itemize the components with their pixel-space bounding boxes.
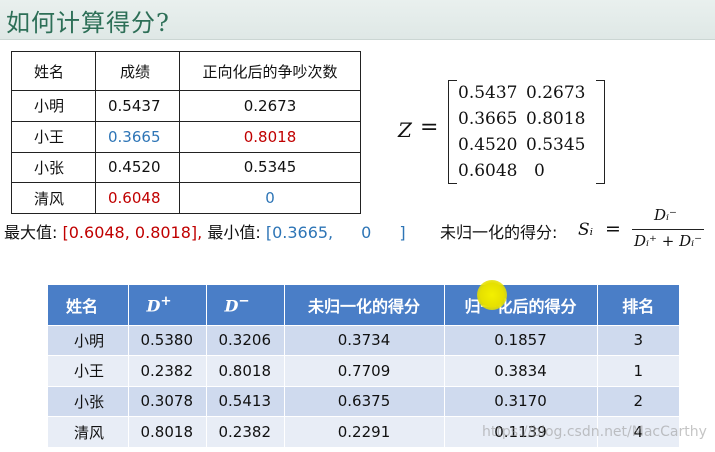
header-fights: 正向化后的争吵次数: [179, 51, 361, 91]
header-dminus-sup: −: [238, 294, 250, 310]
cell-norm: 0.3170: [444, 385, 598, 417]
score-formula: Sᵢ = Dᵢ⁻ Dᵢ⁺ + Dᵢ⁻: [578, 206, 708, 252]
matrix-cell: 0: [534, 161, 545, 181]
cell-name: 清风: [48, 416, 129, 447]
cell-fights: 0.5345: [179, 151, 361, 184]
header-dplus: D+: [128, 285, 207, 325]
table-row: 小明 0.5437 0.2673: [11, 90, 361, 122]
min-label: 最小值:: [202, 223, 261, 242]
min-close-bracket: ]: [399, 223, 406, 242]
matrix-equals: =: [420, 115, 439, 140]
cell-name: 小王: [11, 120, 96, 153]
cell-score-max: 0.6048: [95, 182, 180, 215]
matrix-label: Z: [398, 118, 412, 142]
cell-name: 清风: [11, 182, 96, 215]
matrix-left-bracket: [448, 80, 457, 184]
formula-s: Sᵢ: [578, 220, 594, 240]
cell-name: 小张: [11, 151, 96, 184]
header-dplus-base: D: [146, 296, 161, 316]
table-row: 小明 0.5380 0.3206 0.3734 0.1857 3: [48, 324, 680, 356]
header-score: 成绩: [95, 51, 180, 91]
cell-norm: 0.1857: [444, 324, 598, 356]
cell-name: 小明: [11, 90, 96, 122]
table-header-row: 姓名 成绩 正向化后的争吵次数: [11, 51, 361, 91]
matrix-row: 0.4520 0.5345: [458, 132, 594, 158]
cell-rank: 2: [597, 385, 680, 417]
title-bar: 如何计算得分?: [0, 0, 715, 40]
header-dplus-sup: +: [160, 294, 172, 310]
result-header-row: 姓名 D+ D− 未归一化的得分 归一化后的得分 排名: [48, 285, 680, 325]
cell-norm: 0.3834: [444, 355, 598, 386]
cursor-highlight: [477, 280, 507, 310]
cell-fights: 0.2673: [179, 90, 361, 122]
cell-dminus: 0.5413: [206, 385, 285, 417]
header-rank: 排名: [597, 285, 680, 325]
max-close-bracket: ],: [190, 223, 203, 242]
cell-fights-min: 0: [179, 182, 361, 215]
cell-name: 小明: [48, 324, 129, 356]
header-dminus-base: D: [224, 296, 239, 316]
matrix-cell: 0.2673: [526, 83, 586, 103]
cell-raw: 0.6375: [284, 385, 445, 417]
cell-dminus: 0.8018: [206, 355, 285, 386]
table-row: 小张 0.4520 0.5345: [11, 151, 361, 184]
cell-raw: 0.7709: [284, 355, 445, 386]
max-value-b: 0.8018: [134, 223, 191, 242]
max-value-a: 0.6048,: [68, 223, 130, 242]
watermark: https://blog.csdn.net/MacCarthy: [482, 424, 707, 440]
cell-dplus: 0.2382: [128, 355, 207, 386]
matrix-row: 0.5437 0.2673: [458, 80, 594, 106]
matrix-cell: 0.5345: [526, 135, 586, 155]
matrix-cell: 0.8018: [526, 109, 586, 129]
matrix-row: 0.6048 0: [458, 158, 594, 184]
cell-dplus: 0.5380: [128, 324, 207, 356]
cell-dminus: 0.2382: [206, 416, 285, 447]
cell-fights-max: 0.8018: [179, 120, 361, 153]
matrix-cell: 0.4520: [458, 135, 518, 155]
page-title: 如何计算得分?: [6, 9, 170, 37]
cell-raw: 0.3734: [284, 324, 445, 356]
matrix-row: 0.3665 0.8018: [458, 106, 594, 132]
cell-score: 0.4520: [95, 151, 180, 184]
matrix-cell: 0.3665: [458, 109, 518, 129]
matrix-z: 0.5437 0.2673 0.3665 0.8018 0.4520 0.534…: [458, 80, 594, 184]
max-label: 最大值:: [4, 223, 58, 242]
matrix-right-bracket: [596, 80, 605, 184]
matrix-cell: 0.5437: [458, 83, 518, 103]
formula-equals: =: [605, 218, 621, 240]
table-row: 小王 0.2382 0.8018 0.7709 0.3834 1: [48, 355, 680, 386]
table-row: 清风 0.6048 0: [11, 182, 361, 215]
cell-score-min: 0.3665: [95, 120, 180, 153]
cell-dminus: 0.3206: [206, 324, 285, 356]
table-row: 小张 0.3078 0.5413 0.6375 0.3170 2: [48, 385, 680, 417]
cell-name: 小张: [48, 385, 129, 417]
formula-label: 未归一化的得分:: [440, 223, 558, 242]
cell-dplus: 0.3078: [128, 385, 207, 417]
cell-score: 0.5437: [95, 90, 180, 122]
header-name: 姓名: [11, 51, 96, 91]
cell-rank: 3: [597, 324, 680, 356]
table-row: 小王 0.3665 0.8018: [11, 120, 361, 153]
formula-denominator: Dᵢ⁺ + Dᵢ⁻: [634, 232, 703, 250]
min-value-a: 0.3665,: [272, 223, 334, 242]
cell-dplus: 0.8018: [128, 416, 207, 447]
header-raw-score: 未归一化的得分: [284, 285, 445, 325]
header-norm-score: 归一化后的得分: [444, 285, 598, 325]
header-name: 姓名: [48, 285, 129, 325]
score-table: 姓名 成绩 正向化后的争吵次数 小明 0.5437 0.2673 小王 0.36…: [11, 51, 361, 215]
fraction-bar: [632, 229, 704, 230]
cell-raw: 0.2291: [284, 416, 445, 447]
extremes-line: 最大值: [0.6048, 0.8018], 最小值: [0.3665, 0]: [4, 219, 406, 243]
result-table: 姓名 D+ D− 未归一化的得分 归一化后的得分 排名 小明 0.5380 0.…: [48, 285, 680, 447]
cell-name: 小王: [48, 355, 129, 386]
cell-rank: 1: [597, 355, 680, 386]
matrix-cell: 0.6048: [458, 161, 518, 181]
header-dminus: D−: [206, 285, 285, 325]
min-value-b: 0: [361, 223, 372, 242]
formula-numerator: Dᵢ⁻: [654, 206, 677, 224]
